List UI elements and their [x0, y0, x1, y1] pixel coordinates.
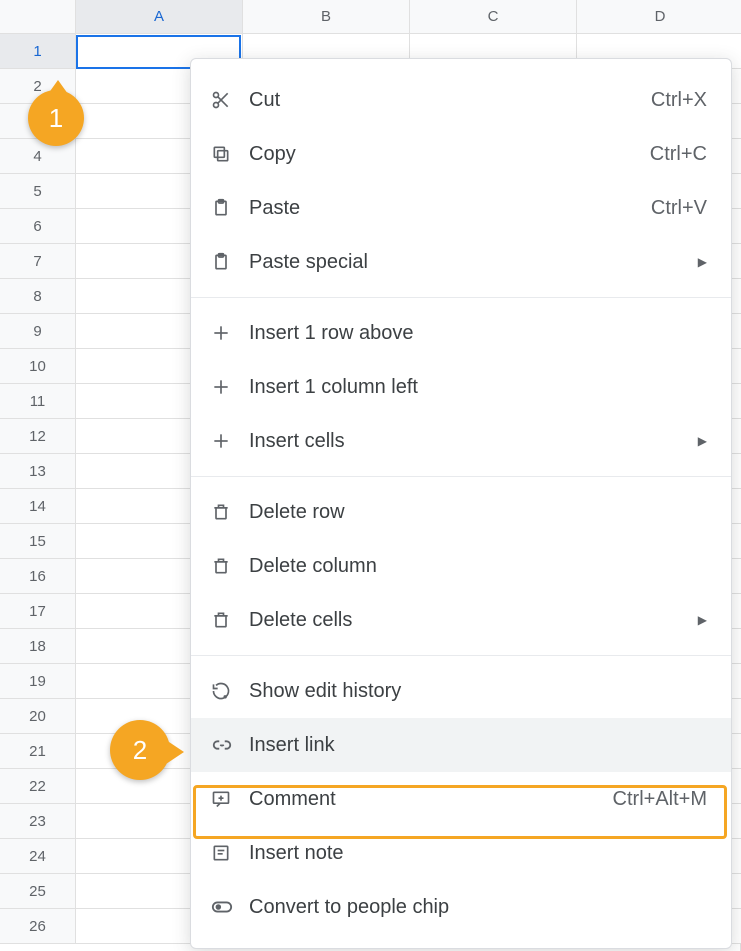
- menu-delete-row-label: Delete row: [249, 501, 707, 524]
- comment-icon: [211, 789, 249, 809]
- menu-delete-column[interactable]: Delete column: [191, 539, 731, 593]
- menu-insert-note-label: Insert note: [249, 842, 707, 865]
- row-header-7[interactable]: 7: [0, 244, 76, 279]
- row-header-25[interactable]: 25: [0, 874, 76, 909]
- menu-separator: [191, 297, 731, 298]
- menu-separator: [191, 476, 731, 477]
- menu-cut-shortcut: Ctrl+X: [651, 89, 707, 112]
- row-header-6[interactable]: 6: [0, 209, 76, 244]
- col-header-d[interactable]: D: [577, 0, 741, 34]
- row-header-24[interactable]: 24: [0, 839, 76, 874]
- row-header-23[interactable]: 23: [0, 804, 76, 839]
- menu-insert-link[interactable]: Insert link: [191, 718, 731, 772]
- trash-icon: [211, 610, 249, 630]
- menu-insert-note[interactable]: Insert note: [191, 826, 731, 880]
- menu-paste[interactable]: Paste Ctrl+V: [191, 181, 731, 235]
- row-header-10[interactable]: 10: [0, 349, 76, 384]
- row-header-9[interactable]: 9: [0, 314, 76, 349]
- menu-comment-shortcut: Ctrl+Alt+M: [613, 788, 707, 811]
- submenu-arrow-icon: ▶: [698, 613, 707, 627]
- callout-step-1: 1: [28, 90, 84, 146]
- row-header-1[interactable]: 1: [0, 34, 76, 69]
- menu-comment[interactable]: Comment Ctrl+Alt+M: [191, 772, 731, 826]
- menu-copy-label: Copy: [249, 143, 650, 166]
- row-header-5[interactable]: 5: [0, 174, 76, 209]
- col-header-b[interactable]: B: [243, 0, 410, 34]
- menu-cut-label: Cut: [249, 89, 651, 112]
- history-icon: [211, 681, 249, 701]
- context-menu: Cut Ctrl+X Copy Ctrl+C Paste Ctrl+V Past…: [190, 58, 732, 949]
- menu-insert-link-label: Insert link: [249, 734, 707, 757]
- menu-cut[interactable]: Cut Ctrl+X: [191, 73, 731, 127]
- trash-icon: [211, 502, 249, 522]
- trash-icon: [211, 556, 249, 576]
- scissors-icon: [211, 90, 249, 110]
- row-header-19[interactable]: 19: [0, 664, 76, 699]
- row-header-18[interactable]: 18: [0, 629, 76, 664]
- clipboard-icon: [211, 252, 249, 272]
- row-header-15[interactable]: 15: [0, 524, 76, 559]
- menu-edit-history[interactable]: Show edit history: [191, 664, 731, 718]
- row-header-12[interactable]: 12: [0, 419, 76, 454]
- col-header-c[interactable]: C: [410, 0, 577, 34]
- callout-step-2: 2: [110, 720, 170, 780]
- row-header-14[interactable]: 14: [0, 489, 76, 524]
- clipboard-icon: [211, 198, 249, 218]
- row-header-21[interactable]: 21: [0, 734, 76, 769]
- col-header-a[interactable]: A: [76, 0, 243, 34]
- row-header-26[interactable]: 26: [0, 909, 76, 944]
- menu-copy[interactable]: Copy Ctrl+C: [191, 127, 731, 181]
- row-header-22[interactable]: 22: [0, 769, 76, 804]
- menu-copy-shortcut: Ctrl+C: [650, 143, 707, 166]
- people-chip-icon: [211, 896, 249, 918]
- menu-insert-row[interactable]: Insert 1 row above: [191, 306, 731, 360]
- menu-insert-row-label: Insert 1 row above: [249, 322, 707, 345]
- menu-paste-special[interactable]: Paste special ▶: [191, 235, 731, 289]
- row-header-20[interactable]: 20: [0, 699, 76, 734]
- menu-comment-label: Comment: [249, 788, 613, 811]
- menu-paste-label: Paste: [249, 197, 651, 220]
- select-all-corner[interactable]: [0, 0, 76, 34]
- menu-paste-special-label: Paste special: [249, 251, 698, 274]
- menu-insert-cells[interactable]: Insert cells ▶: [191, 414, 731, 468]
- menu-insert-column[interactable]: Insert 1 column left: [191, 360, 731, 414]
- menu-delete-row[interactable]: Delete row: [191, 485, 731, 539]
- menu-paste-shortcut: Ctrl+V: [651, 197, 707, 220]
- submenu-arrow-icon: ▶: [698, 255, 707, 269]
- menu-people-chip-label: Convert to people chip: [249, 896, 707, 919]
- menu-people-chip[interactable]: Convert to people chip: [191, 880, 731, 934]
- row-header-17[interactable]: 17: [0, 594, 76, 629]
- plus-icon: [211, 431, 249, 451]
- row-header-8[interactable]: 8: [0, 279, 76, 314]
- row-header-16[interactable]: 16: [0, 559, 76, 594]
- row-header-11[interactable]: 11: [0, 384, 76, 419]
- menu-delete-cells[interactable]: Delete cells ▶: [191, 593, 731, 647]
- submenu-arrow-icon: ▶: [698, 434, 707, 448]
- link-icon: [211, 734, 249, 756]
- menu-delete-column-label: Delete column: [249, 555, 707, 578]
- menu-insert-cells-label: Insert cells: [249, 430, 698, 453]
- menu-separator: [191, 655, 731, 656]
- menu-delete-cells-label: Delete cells: [249, 609, 698, 632]
- menu-edit-history-label: Show edit history: [249, 680, 707, 703]
- copy-icon: [211, 144, 249, 164]
- note-icon: [211, 843, 249, 863]
- row-header-13[interactable]: 13: [0, 454, 76, 489]
- plus-icon: [211, 323, 249, 343]
- plus-icon: [211, 377, 249, 397]
- menu-insert-column-label: Insert 1 column left: [249, 376, 707, 399]
